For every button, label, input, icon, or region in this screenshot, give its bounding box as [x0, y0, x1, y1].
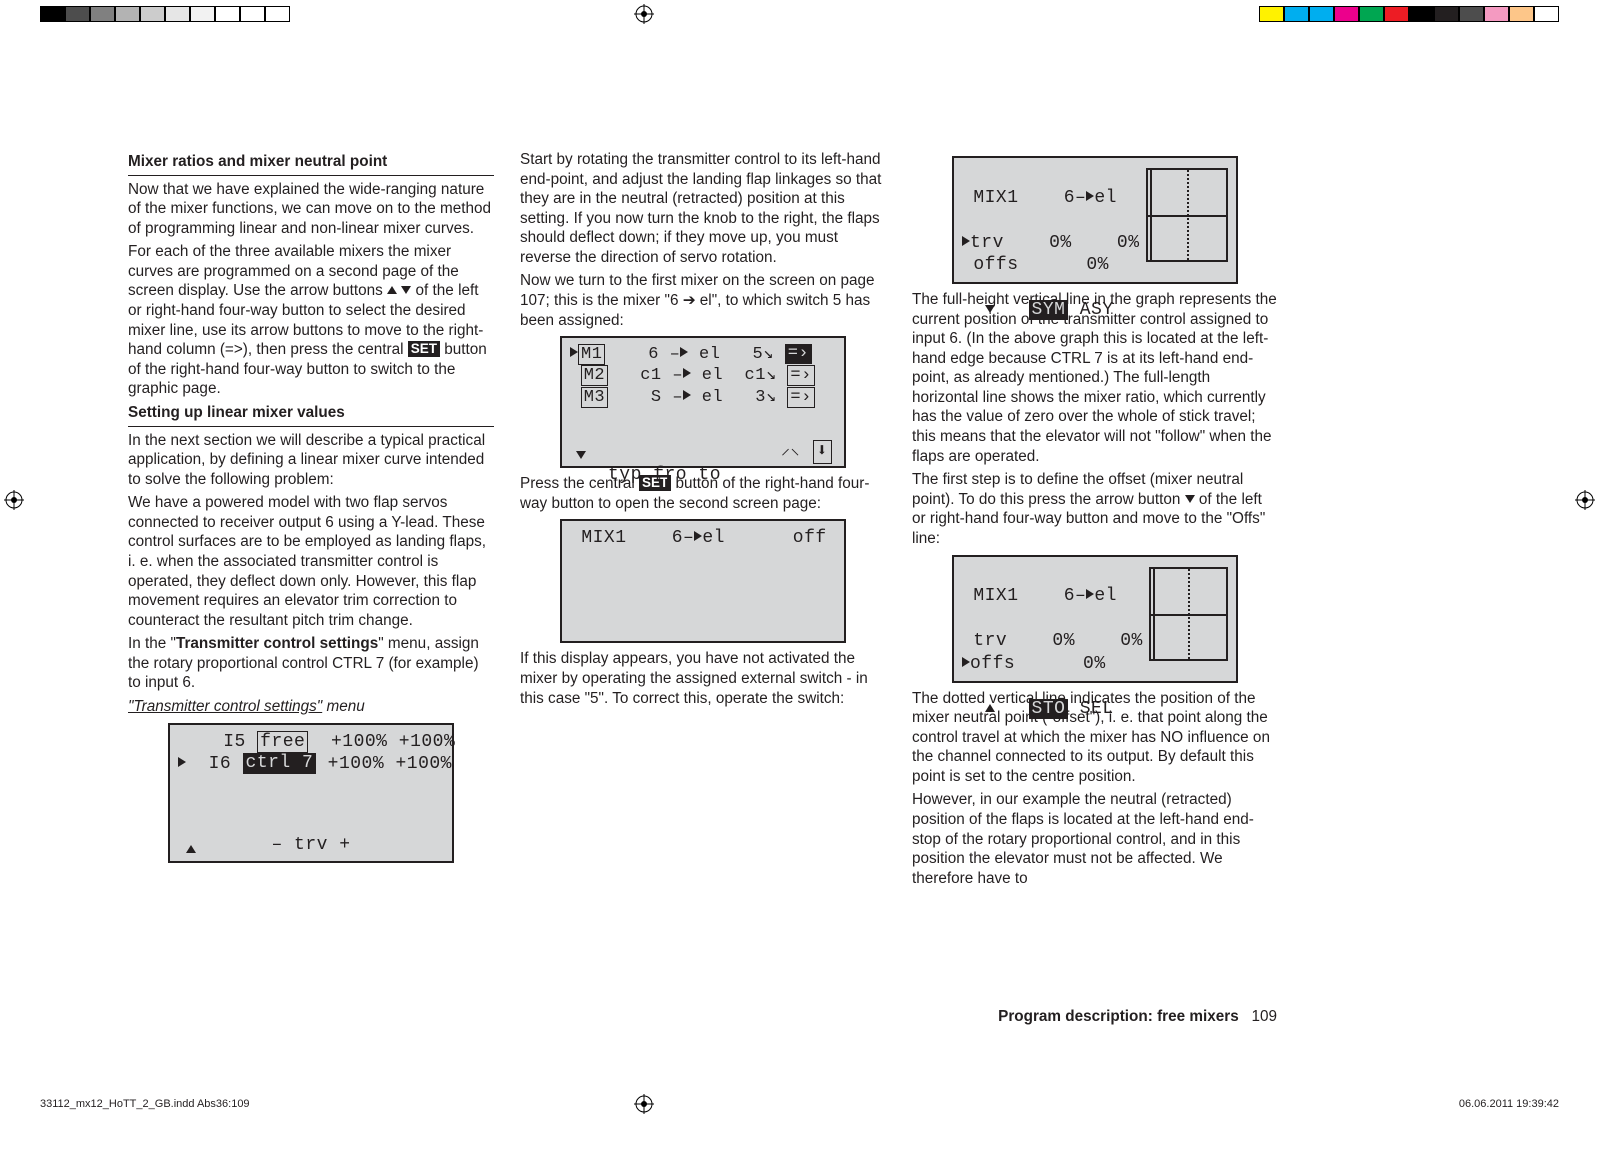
cursor-icon: [962, 236, 970, 246]
menu-caption-title: "Transmitter control settings": [128, 698, 322, 715]
lcd-screen-ctrl-settings: I5 free +100% +100% I6 ctrl 7 +100% +100…: [168, 723, 454, 863]
store-icon: ⬇: [813, 440, 832, 465]
screen-footer: – trv +: [170, 834, 452, 857]
graph-plot: [1149, 567, 1228, 661]
arrow-right-icon: [680, 347, 688, 357]
set-button-label: SET: [408, 341, 440, 357]
text-span: In the ": [128, 635, 176, 652]
sel-label: SEL: [1068, 699, 1113, 719]
arrow-right-icon: [683, 368, 691, 378]
screen-row: I5 free +100% +100%: [178, 731, 444, 754]
arrow-down-icon: [985, 305, 995, 313]
cursor-icon: [962, 657, 970, 667]
graph-center-line: [1188, 569, 1190, 659]
arrow-down-icon: [576, 451, 586, 459]
body-text: The first step is to define the offset (…: [912, 470, 1278, 548]
body-text: Now we turn to the first mixer on the sc…: [520, 271, 886, 330]
color-bar-left: [40, 6, 290, 22]
graph-values: MIX1 6–el trv 0% 0% offs 0% SYM ASY: [962, 164, 1140, 278]
asy-label: ASY: [1068, 300, 1113, 320]
screen-row-selected: M1 6 – el 5↘ =›: [570, 344, 836, 365]
screen-row: M3 S – el 3↘ =›: [570, 387, 836, 408]
graph-values: MIX1 6–el trv 0% 0% offs 0% STO SEL: [962, 563, 1143, 677]
graph-center-line: [1187, 170, 1189, 260]
arrow-up-icon: [985, 704, 995, 712]
graph-plot: [1146, 168, 1228, 262]
graph-cursor-line: [1153, 569, 1155, 659]
lcd-screen-mixer-off: MIX1 6–el off: [560, 519, 846, 643]
imprint-right: 06.06.2011 19:39:42: [1459, 1098, 1559, 1110]
registration-mark-icon: [634, 1094, 654, 1114]
body-text: If this display appears, you have not ac…: [520, 649, 886, 708]
menu-caption: "Transmitter control settings" menu: [128, 697, 494, 717]
section-heading: Mixer ratios and mixer neutral point: [128, 152, 494, 176]
menu-caption-suffix: menu: [322, 698, 365, 715]
sym-label-selected: SYM: [1029, 300, 1069, 320]
page-footer-title: Program description: free mixers 109: [998, 1008, 1277, 1026]
goto-icon: =›: [787, 387, 814, 408]
arrow-down-icon: [1185, 495, 1195, 503]
curve-icon: ⸝⸜: [781, 439, 800, 462]
body-text: Start by rotating the transmitter contro…: [520, 150, 886, 267]
graph-cursor-line: [1150, 170, 1152, 260]
lcd-screen-mixer-graph-2: MIX1 6–el trv 0% 0% offs 0% STO SEL: [952, 555, 1238, 683]
screen-row-selected: I6 ctrl 7 +100% +100%: [178, 753, 444, 776]
page-content: Mixer ratios and mixer neutral point Now…: [128, 150, 1278, 892]
goto-icon: =›: [787, 365, 814, 386]
goto-icon: =›: [785, 344, 812, 364]
footer-section: Program description: free mixers: [998, 1008, 1239, 1025]
registration-mark-icon: [634, 4, 654, 24]
body-text: We have a powered model with two flap se…: [128, 493, 494, 630]
body-text: In the next section we will describe a t…: [128, 431, 494, 490]
column-1: Mixer ratios and mixer neutral point Now…: [128, 150, 494, 892]
screen-row: M2 c1 – el c1↘ =›: [570, 365, 836, 386]
page-number: 109: [1251, 1008, 1277, 1025]
body-text: Now that we have explained the wide-rang…: [128, 180, 494, 239]
menu-name: Transmitter control settings: [176, 635, 378, 652]
lcd-screen-mixer-graph-1: MIX1 6–el trv 0% 0% offs 0% SYM ASY: [952, 156, 1238, 284]
column-3: MIX1 6–el trv 0% 0% offs 0% SYM ASY The …: [912, 150, 1278, 892]
cursor-icon: [570, 347, 578, 357]
body-text: However, in our example the neutral (ret…: [912, 790, 1278, 888]
registration-mark-icon: [4, 490, 24, 510]
sto-label-selected: STO: [1029, 699, 1069, 719]
arrow-right-icon: ➔: [683, 292, 696, 309]
arrow-right-icon: [683, 390, 691, 400]
imprint-left: 33112_mx12_HoTT_2_GB.indd Abs36:109: [40, 1098, 250, 1110]
arrow-up-icon: [387, 286, 397, 294]
column-2: Start by rotating the transmitter contro…: [520, 150, 886, 892]
color-bar-right: [1259, 6, 1559, 22]
screen-title-row: MIX1 6–el off: [570, 527, 836, 550]
cursor-icon: [178, 757, 186, 767]
section-heading: Setting up linear mixer values: [128, 403, 494, 427]
registration-mark-icon: [1575, 490, 1595, 510]
body-text: In the "Transmitter control settings" me…: [128, 634, 494, 693]
lcd-screen-mixer-list: M1 6 – el 5↘ =› M2 c1 – el c1↘ =› M3 S –…: [560, 336, 846, 468]
arrow-up-icon: [186, 845, 196, 853]
arrow-down-icon: [401, 286, 411, 294]
body-text: For each of the three available mixers t…: [128, 242, 494, 399]
